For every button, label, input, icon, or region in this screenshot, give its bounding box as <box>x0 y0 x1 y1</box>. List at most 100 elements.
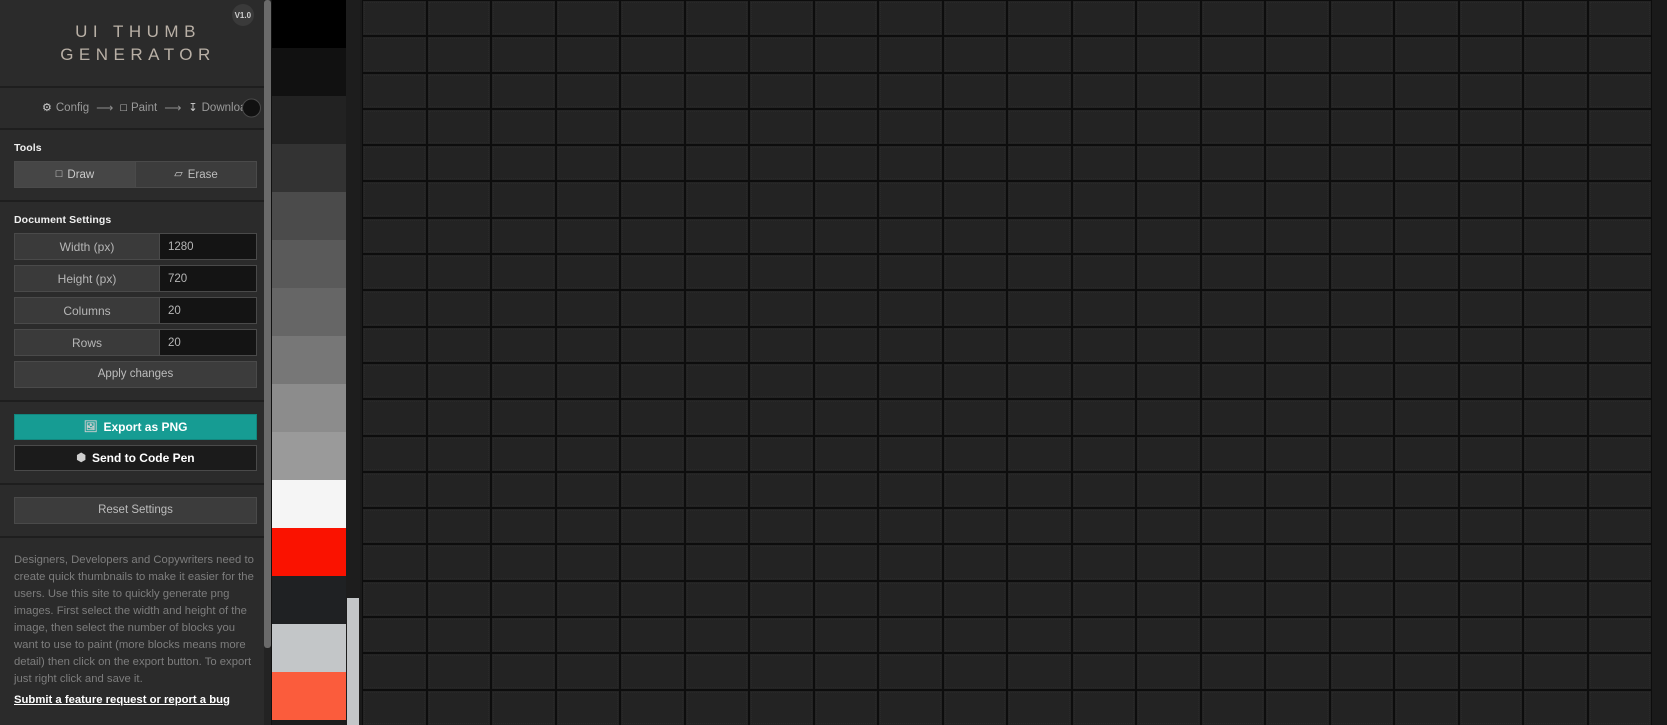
grid-cell[interactable] <box>1071 326 1136 363</box>
grid-cell[interactable] <box>1007 145 1072 182</box>
grid-cell[interactable] <box>1329 36 1394 73</box>
grid-cell[interactable] <box>1523 435 1588 472</box>
grid-cell[interactable] <box>1007 689 1072 725</box>
grid-cell[interactable] <box>491 145 556 182</box>
grid-cell[interactable] <box>942 290 1007 327</box>
grid-cell[interactable] <box>813 181 878 218</box>
grid-cell[interactable] <box>362 471 427 509</box>
grid-cell[interactable] <box>426 181 491 218</box>
grid-cell[interactable] <box>1265 36 1330 73</box>
grid-cell[interactable] <box>1265 653 1330 690</box>
grid-cell[interactable] <box>878 0 943 37</box>
grid-cell[interactable] <box>555 617 620 654</box>
grid-cell[interactable] <box>1200 290 1265 327</box>
reset-settings-button[interactable]: Reset Settings <box>14 497 257 524</box>
grid-cell[interactable] <box>555 145 620 182</box>
grid-cell[interactable] <box>491 72 556 109</box>
grid-cell[interactable] <box>1071 508 1136 545</box>
grid-cell[interactable] <box>1458 435 1523 472</box>
grid-cell[interactable] <box>1523 108 1588 146</box>
grid-cell[interactable] <box>878 471 943 509</box>
grid-cell[interactable] <box>491 326 556 363</box>
grid-cell[interactable] <box>942 36 1007 73</box>
grid-cell[interactable] <box>684 689 749 725</box>
palette-swatch[interactable] <box>272 384 346 432</box>
grid-cell[interactable] <box>362 617 427 654</box>
grid-cell[interactable] <box>491 435 556 472</box>
grid-cell[interactable] <box>362 72 427 109</box>
grid-cell[interactable] <box>1458 290 1523 327</box>
grid-cell[interactable] <box>749 326 814 363</box>
grid-cell[interactable] <box>620 689 685 725</box>
grid-cell[interactable] <box>1265 435 1330 472</box>
grid-cell[interactable] <box>1265 72 1330 109</box>
grid-cell[interactable] <box>1329 145 1394 182</box>
palette-swatch[interactable] <box>272 528 346 576</box>
grid-cell[interactable] <box>620 0 685 37</box>
grid-cell[interactable] <box>684 399 749 436</box>
grid-cell[interactable] <box>1458 254 1523 291</box>
grid-cell[interactable] <box>1007 181 1072 218</box>
grid-cell[interactable] <box>684 362 749 400</box>
grid-cell[interactable] <box>1523 0 1588 37</box>
grid-cell[interactable] <box>1523 653 1588 690</box>
grid-cell[interactable] <box>1007 544 1072 581</box>
grid-cell[interactable] <box>1523 544 1588 581</box>
grid-cell[interactable] <box>555 362 620 400</box>
grid-cell[interactable] <box>1394 72 1459 109</box>
grid-cell[interactable] <box>362 362 427 400</box>
grid-cell[interactable] <box>491 217 556 255</box>
grid-cell[interactable] <box>878 217 943 255</box>
grid-cell[interactable] <box>878 290 943 327</box>
grid-cell[interactable] <box>942 181 1007 218</box>
grid-cell[interactable] <box>555 0 620 37</box>
grid-cell[interactable] <box>1394 254 1459 291</box>
grid-cell[interactable] <box>1458 145 1523 182</box>
grid-cell[interactable] <box>1394 471 1459 509</box>
grid-cell[interactable] <box>1329 254 1394 291</box>
grid-cell[interactable] <box>362 217 427 255</box>
grid-cell[interactable] <box>878 145 943 182</box>
grid-cell[interactable] <box>1265 254 1330 291</box>
grid-cell[interactable] <box>942 471 1007 509</box>
grid-cell[interactable] <box>749 580 814 618</box>
grid-cell[interactable] <box>684 181 749 218</box>
grid-cell[interactable] <box>491 471 556 509</box>
grid-cell[interactable] <box>1329 471 1394 509</box>
grid-cell[interactable] <box>1200 653 1265 690</box>
grid-cell[interactable] <box>942 145 1007 182</box>
apply-changes-button[interactable]: Apply changes <box>14 361 257 388</box>
grid-cell[interactable] <box>1071 689 1136 725</box>
grid-cell[interactable] <box>1200 254 1265 291</box>
send-to-codepen-button[interactable]: ⬢ Send to Code Pen <box>14 445 257 471</box>
canvas-vertical-scrollbar-thumb[interactable] <box>347 598 359 725</box>
grid-cell[interactable] <box>878 399 943 436</box>
sidebar-scrollbar-thumb[interactable] <box>264 0 271 648</box>
grid-cell[interactable] <box>620 435 685 472</box>
grid-cell[interactable] <box>1071 290 1136 327</box>
grid-cell[interactable] <box>1071 653 1136 690</box>
grid-cell[interactable] <box>942 617 1007 654</box>
canvas-vertical-scrollbar[interactable] <box>346 0 360 725</box>
grid-cell[interactable] <box>878 108 943 146</box>
grid-cell[interactable] <box>426 36 491 73</box>
current-color-indicator[interactable] <box>242 98 261 118</box>
grid-cell[interactable] <box>1587 181 1652 218</box>
grid-cell[interactable] <box>1200 471 1265 509</box>
grid-cell[interactable] <box>1523 217 1588 255</box>
grid-cell[interactable] <box>1329 290 1394 327</box>
grid-cell[interactable] <box>942 580 1007 618</box>
grid-cell[interactable] <box>1329 326 1394 363</box>
grid-cell[interactable] <box>1200 508 1265 545</box>
grid-cell[interactable] <box>1200 544 1265 581</box>
grid-cell[interactable] <box>426 362 491 400</box>
grid-cell[interactable] <box>749 108 814 146</box>
grid-cell[interactable] <box>362 544 427 581</box>
grid-cell[interactable] <box>1587 290 1652 327</box>
grid-cell[interactable] <box>1007 471 1072 509</box>
palette-swatch[interactable] <box>272 192 346 240</box>
grid-cell[interactable] <box>1523 617 1588 654</box>
grid-cell[interactable] <box>813 72 878 109</box>
grid-cell[interactable] <box>1136 544 1201 581</box>
grid-cell[interactable] <box>555 399 620 436</box>
